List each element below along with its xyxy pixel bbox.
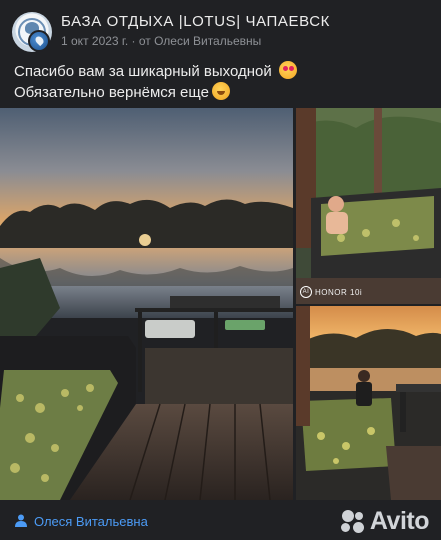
- post-text-line-1-content: Спасибо вам за шикарный выходной: [14, 63, 272, 80]
- location-pin-icon: [33, 34, 46, 47]
- avito-wordmark: Avito: [369, 506, 430, 535]
- photo-woman-in-hot-tub-sunset[interactable]: [296, 306, 441, 500]
- camera-watermark-label: HONOR 10i: [315, 287, 363, 297]
- author-name-link[interactable]: Олеся Витальевна: [34, 514, 148, 529]
- post-footer: Олеся Витальевна Avito: [0, 500, 441, 540]
- photo-sunset-river-deck[interactable]: [0, 108, 293, 500]
- heart-eyes-emoji-icon: [278, 61, 297, 79]
- post-header: БАЗА ОТДЫХА |LOTUS| ЧАПАЕВСК 1 окт 2023 …: [0, 0, 441, 55]
- post-text-line-1: Спасибо вам за шикарный выходной: [14, 61, 429, 82]
- ai-camera-icon: AI: [300, 286, 312, 298]
- post-text-line-2-content: Обязательно вернёмся еще: [14, 84, 209, 101]
- post-text: Спасибо вам за шикарный выходной Обязате…: [14, 61, 429, 103]
- camera-watermark: AI HONOR 10i: [300, 286, 362, 298]
- post-meta: 1 окт 2023 г. · от Олеси Витальевны: [61, 34, 262, 48]
- group-name[interactable]: БАЗА ОТДЫХА |LOTUS| ЧАПАЕВСК: [61, 13, 330, 30]
- hugging-emoji-icon: [211, 82, 230, 100]
- post-text-line-2: Обязательно вернёмся еще: [14, 82, 429, 103]
- author-avatar-badge[interactable]: [28, 30, 50, 52]
- photo-man-in-hot-tub[interactable]: AI HONOR 10i: [296, 108, 441, 304]
- avito-logo: Avito: [340, 506, 430, 535]
- avito-dots-icon: [340, 508, 366, 534]
- person-icon: [15, 514, 27, 527]
